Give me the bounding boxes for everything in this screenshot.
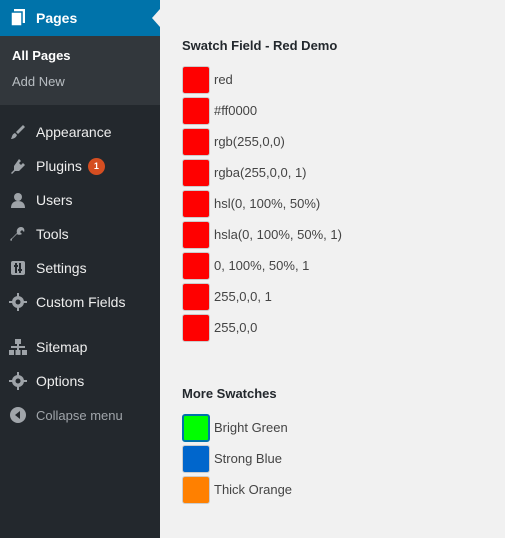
collapse-arrow-icon [9, 406, 27, 424]
menu-item-appearance[interactable]: Appearance [0, 115, 160, 149]
menu-item-users[interactable]: Users [0, 183, 160, 217]
menu-item-settings[interactable]: Settings [0, 251, 160, 285]
menu-item-label: Sitemap [36, 339, 88, 355]
menu-item-options[interactable]: Options [0, 364, 160, 398]
swatch-label: Bright Green [214, 420, 288, 435]
menu-item-label: Users [36, 192, 73, 208]
color-swatch[interactable] [182, 96, 210, 125]
pages-submenu: All Pages Add New [0, 36, 160, 105]
swatch-option[interactable]: #ff0000 [182, 95, 342, 126]
red-swatch-list: red #ff0000 rgb(255,0,0) rgba(255,0,0, 1) hs… [182, 64, 342, 343]
sitemap-icon [9, 338, 27, 356]
menu-item-label: Appearance [36, 124, 112, 140]
swatch-label: 255,0,0, 1 [214, 289, 272, 304]
collapse-menu-label: Collapse menu [36, 407, 123, 423]
color-swatch[interactable] [182, 313, 210, 342]
swatch-label: red [214, 72, 233, 87]
swatch-label: #ff0000 [214, 103, 258, 118]
menu-item-pages[interactable]: Pages [0, 0, 160, 36]
color-swatch[interactable] [182, 189, 210, 218]
menu-item-sitemap[interactable]: Sitemap [0, 330, 160, 364]
collapse-menu-button[interactable]: Collapse menu [0, 398, 160, 432]
menu-item-plugins[interactable]: Plugins 1 [0, 149, 160, 183]
swatch-label: 255,0,0 [214, 320, 258, 335]
color-swatch[interactable] [182, 413, 210, 442]
menu-item-label: Pages [36, 10, 78, 26]
swatch-option[interactable]: Bright Green [182, 412, 292, 443]
users-icon [9, 191, 27, 209]
wrench-icon [9, 225, 27, 243]
swatch-option[interactable]: rgb(255,0,0) [182, 126, 342, 157]
submenu-add-new[interactable]: Add New [0, 69, 160, 95]
swatch-option[interactable]: 255,0,0, 1 [182, 281, 342, 312]
color-swatch[interactable] [182, 444, 210, 473]
swatch-option[interactable]: 0, 100%, 50%, 1 [182, 250, 342, 281]
submenu-all-pages[interactable]: All Pages [0, 43, 160, 69]
swatch-option[interactable]: Strong Blue [182, 443, 292, 474]
menu-item-tools[interactable]: Tools [0, 217, 160, 251]
color-swatch[interactable] [182, 282, 210, 311]
swatch-label: rgb(255,0,0) [214, 134, 285, 149]
gear-icon [9, 293, 27, 311]
swatch-option[interactable]: red [182, 64, 342, 95]
swatch-label: 0, 100%, 50%, 1 [214, 258, 310, 273]
plugins-icon [9, 157, 27, 175]
settings-icon [9, 259, 27, 277]
swatch-label: Thick Orange [214, 482, 293, 497]
more-swatch-list: Bright Green Strong Blue Thick Orange [182, 412, 292, 505]
menu-item-label: Options [36, 373, 85, 389]
color-swatch[interactable] [182, 475, 210, 504]
more-swatches-title: More Swatches [182, 386, 277, 401]
color-swatch[interactable] [182, 158, 210, 187]
admin-sidebar: Pages All Pages Add New Appearance Plugi… [0, 0, 160, 538]
swatch-option[interactable]: Thick Orange [182, 474, 292, 505]
pages-icon [10, 9, 26, 27]
menu-item-label: Plugins [36, 158, 82, 174]
color-swatch[interactable] [182, 127, 210, 156]
color-swatch[interactable] [182, 65, 210, 94]
swatch-label: Strong Blue [214, 451, 282, 466]
update-count-badge: 1 [87, 157, 105, 175]
swatch-option[interactable]: rgba(255,0,0, 1) [182, 157, 342, 188]
gear-icon [9, 372, 27, 390]
menu-item-custom-fields[interactable]: Custom Fields [0, 285, 160, 319]
color-swatch[interactable] [182, 251, 210, 280]
swatch-label: hsla(0, 100%, 50%, 1) [214, 227, 342, 242]
swatch-option[interactable]: 255,0,0 [182, 312, 342, 343]
color-swatch[interactable] [182, 220, 210, 249]
menu-item-label: Tools [36, 226, 69, 242]
menu-item-label: Custom Fields [36, 294, 126, 310]
swatch-label: hsl(0, 100%, 50%) [214, 196, 321, 211]
paintbrush-icon [9, 123, 27, 141]
swatch-option[interactable]: hsla(0, 100%, 50%, 1) [182, 219, 342, 250]
swatch-option[interactable]: hsl(0, 100%, 50%) [182, 188, 342, 219]
swatch-label: rgba(255,0,0, 1) [214, 165, 307, 180]
menu-item-label: Settings [36, 260, 87, 276]
red-demo-title: Swatch Field - Red Demo [182, 38, 338, 53]
